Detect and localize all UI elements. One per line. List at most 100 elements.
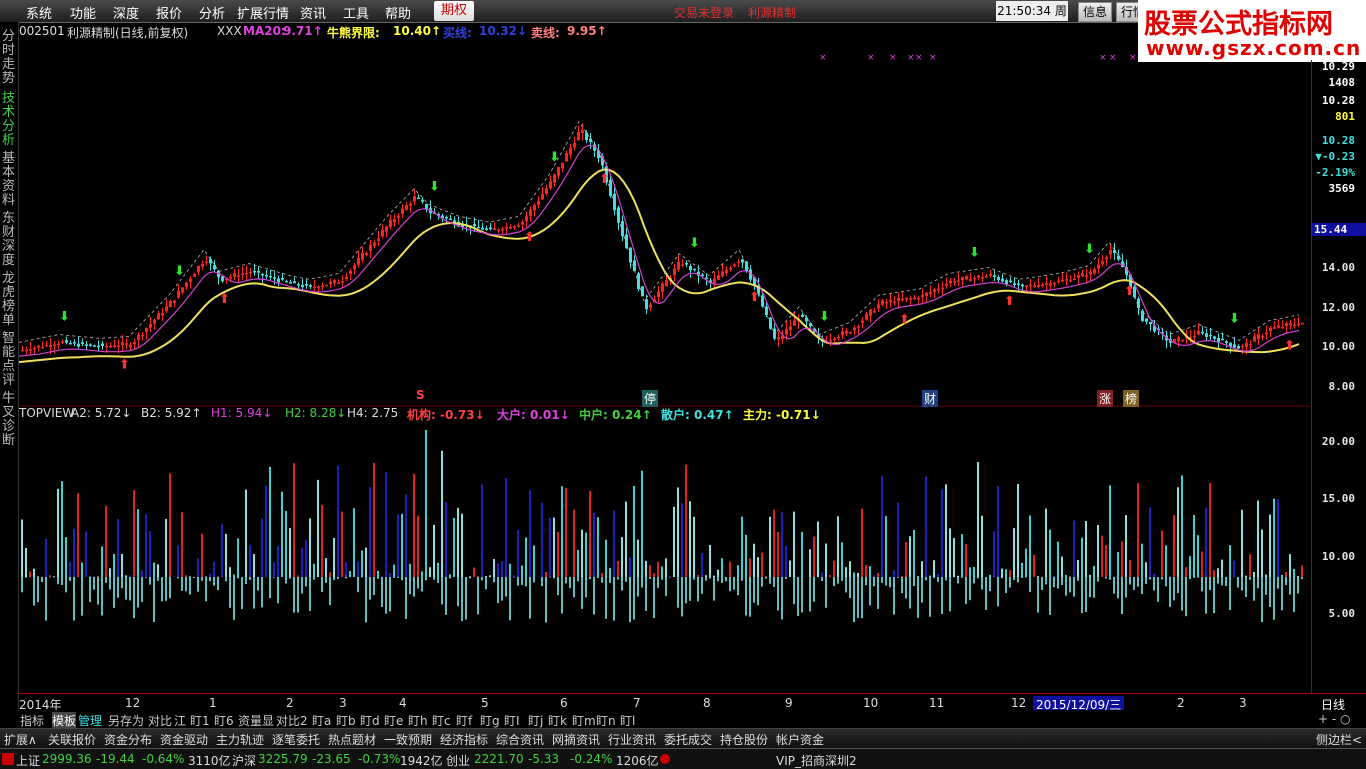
menu-news[interactable]: 资讯 (300, 3, 326, 22)
sidebar-toggle[interactable]: 侧边栏< (1316, 731, 1362, 748)
options-tab[interactable]: 期权 (434, 1, 474, 21)
menu-extended-market[interactable]: 扩展行情 (237, 3, 289, 22)
tool-16[interactable]: 盯f (456, 712, 472, 729)
trade-login-status[interactable]: 交易未登录 (674, 4, 734, 21)
volume-bar-up (97, 576, 99, 577)
volume-indicator-chart[interactable] (19, 422, 1310, 692)
sh-index-name[interactable]: 上证 (16, 752, 40, 769)
event-marker-limit-up[interactable]: 涨 (1097, 390, 1113, 407)
tool-8[interactable]: 资量显 (238, 712, 274, 729)
tool-17[interactable]: 盯g (480, 712, 500, 729)
volume-bar-down (777, 577, 779, 611)
tool-20[interactable]: 盯k (548, 712, 567, 729)
volume-bar-down (961, 577, 963, 578)
volume-bar-down (213, 577, 215, 586)
cy-index-name[interactable]: 创业 (446, 752, 470, 769)
tool-19[interactable]: 盯j (528, 712, 543, 729)
kline-chart[interactable]: ⬇⬆⬇⬆⬇⬆⬇⬆⬇⬆⬇⬆⬇⬆⬇⬆⬇⬆××××××××× (19, 40, 1310, 425)
tool-18[interactable]: 盯I (504, 712, 520, 729)
volume-bar-up (345, 562, 347, 577)
candle-body (109, 346, 112, 348)
sidebar-item-smart-review[interactable]: 智能点评 (2, 332, 16, 388)
sell-signal-icon: ⬇ (969, 246, 980, 261)
func-tab-8[interactable]: 经济指标 (440, 731, 488, 748)
hs-index-name[interactable]: 沪深 (232, 752, 256, 769)
tool-23[interactable]: 盯l (620, 712, 635, 729)
volume-bar-down (801, 577, 803, 612)
volume-bar-down (797, 577, 799, 616)
tool-6[interactable]: 盯1 (190, 712, 210, 729)
event-marker-list[interactable]: 榜 (1123, 390, 1139, 407)
candle-body (581, 130, 584, 133)
volume-bar-up (989, 575, 991, 577)
volume-bar-down (1281, 577, 1283, 610)
menu-system[interactable]: 系统 (26, 3, 52, 22)
candle-body (49, 345, 52, 347)
tool-4[interactable]: 对比 (148, 712, 172, 729)
func-tab-11[interactable]: 行业资讯 (608, 731, 656, 748)
volume-bar-up (501, 561, 503, 577)
func-tab-14[interactable]: 帐户资金 (776, 731, 824, 748)
tool-10[interactable]: 盯a (312, 712, 331, 729)
volume-bar-down (881, 577, 883, 583)
chart-area[interactable]: 002501 利源精制(日线,前复权) XXX MA20: 9.71↑ 牛熊界限… (19, 22, 1310, 710)
func-tab-6[interactable]: 热点题材 (328, 731, 376, 748)
func-tab-10[interactable]: 网摘资讯 (552, 731, 600, 748)
tool-14[interactable]: 盯h (408, 712, 428, 729)
menu-depth[interactable]: 深度 (113, 3, 139, 22)
func-tab-4[interactable]: 主力轨迹 (216, 731, 264, 748)
candle-body (789, 326, 792, 330)
sidebar-item-eastmoney[interactable]: 东财深度 (2, 212, 16, 268)
func-tab-2[interactable]: 资金分布 (104, 731, 152, 748)
zoom-controls[interactable]: + - ○ (1318, 712, 1350, 726)
tool-9[interactable]: 对比2 (276, 712, 308, 729)
volume-bar-down (261, 577, 263, 607)
sell-line-value: 9.95↑ (567, 24, 607, 38)
tool-12[interactable]: 盯d (360, 712, 380, 729)
sidebar-item-basic[interactable]: 基本资料 (2, 152, 16, 208)
tool-15[interactable]: 盯c (432, 712, 451, 729)
candle-body (1289, 323, 1292, 325)
tool-13[interactable]: 盯e (384, 712, 403, 729)
menu-function[interactable]: 功能 (70, 3, 96, 22)
volume-bar-up (625, 502, 627, 577)
sidebar-item-technical[interactable]: 技术分析 (2, 92, 16, 148)
event-marker-finance[interactable]: 财 (922, 390, 938, 407)
tool-5[interactable]: 江 (174, 712, 186, 729)
sidebar-item-dragon-tiger[interactable]: 龙虎榜单 (2, 272, 16, 328)
menu-quote[interactable]: 报价 (156, 3, 182, 22)
volume-bar-up (33, 569, 35, 577)
func-tab-9[interactable]: 综合资讯 (496, 731, 544, 748)
volume-bar-down (345, 577, 347, 578)
volume-bar-down (1205, 577, 1207, 614)
indicator-h1: H1: 5.94↓ (211, 406, 272, 420)
vip-server[interactable]: VIP_招商深圳2 (776, 752, 857, 769)
tool-21[interactable]: 盯m (572, 712, 596, 729)
tool-7[interactable]: 盯6 (214, 712, 234, 729)
volume-bar-up (881, 476, 883, 577)
func-tab-3[interactable]: 资金驱动 (160, 731, 208, 748)
event-marker-s[interactable]: S (416, 388, 425, 402)
menu-analysis[interactable]: 分析 (199, 3, 225, 22)
tool-3[interactable]: 另存为 (108, 712, 144, 729)
func-tab-12[interactable]: 委托成交 (664, 731, 712, 748)
info-button[interactable]: 信息 (1078, 2, 1112, 22)
func-tab-0[interactable]: 扩展∧ (4, 731, 37, 748)
volume-bar-down (693, 577, 695, 580)
candle-body (1093, 269, 1096, 273)
func-tab-1[interactable]: 关联报价 (48, 731, 96, 748)
tool-11[interactable]: 盯b (336, 712, 356, 729)
tool-22[interactable]: 盯n (596, 712, 616, 729)
event-marker-suspend[interactable]: 停 (642, 390, 658, 407)
tool-2[interactable]: 管理 (78, 712, 102, 729)
sidebar-item-timeshare[interactable]: 分时走势 (2, 30, 16, 86)
sidebar-item-diagnosis[interactable]: 牛叉诊断 (2, 392, 16, 448)
volume-bar-up (977, 462, 979, 577)
tool-0[interactable]: 指标 (20, 712, 44, 729)
func-tab-13[interactable]: 持仓股份 (720, 731, 768, 748)
menu-help[interactable]: 帮助 (385, 3, 411, 22)
func-tab-5[interactable]: 逐笔委托 (272, 731, 320, 748)
func-tab-7[interactable]: 一致预期 (384, 731, 432, 748)
tool-1[interactable]: 模板 (52, 712, 76, 729)
menu-tools[interactable]: 工具 (343, 3, 369, 22)
